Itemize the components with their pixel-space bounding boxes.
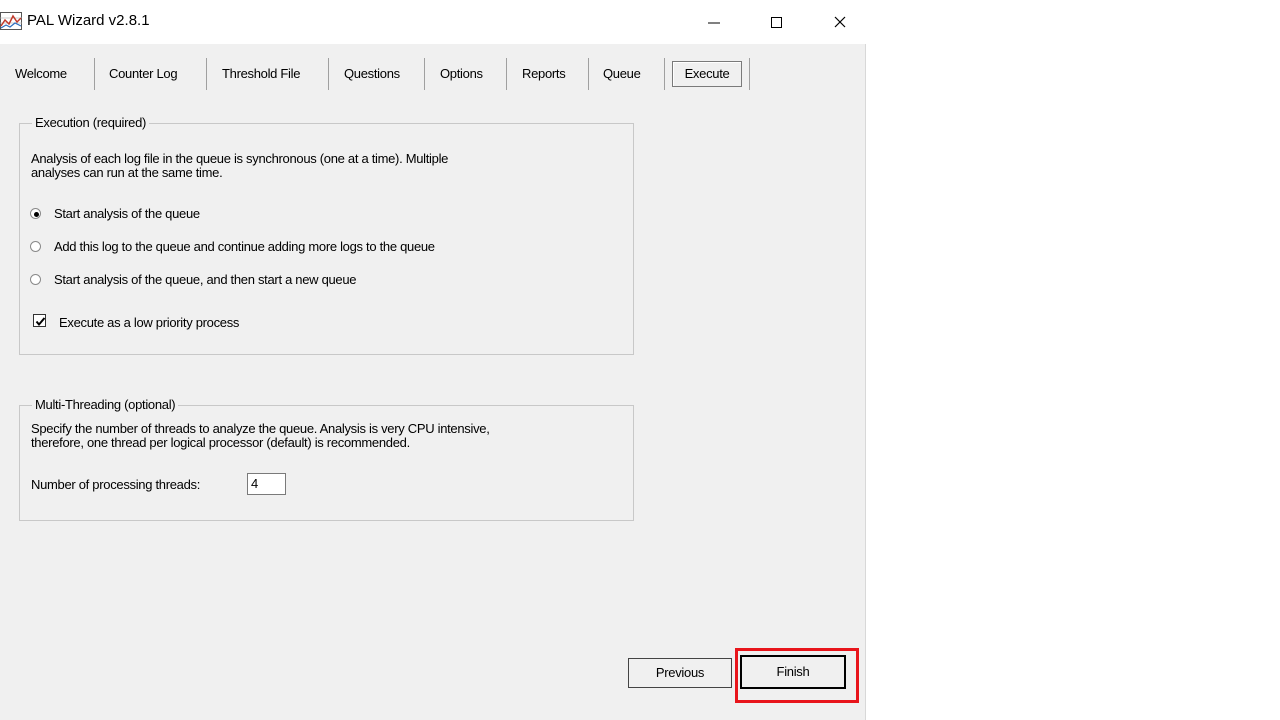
- tab-separator: [328, 58, 329, 90]
- close-button[interactable]: [810, 0, 870, 44]
- low-priority-checkbox[interactable]: [33, 314, 46, 327]
- tab-reports[interactable]: Reports: [522, 62, 566, 86]
- tab-threshold-file[interactable]: Threshold File: [222, 62, 300, 86]
- checkmark-icon: [35, 317, 46, 327]
- pal-wizard-window: PAL Wizard v2.8.1 Welcome Counter Log Th…: [0, 0, 866, 720]
- threads-input[interactable]: 4: [247, 473, 286, 495]
- maximize-button[interactable]: [746, 0, 806, 44]
- minimize-icon: [708, 22, 720, 24]
- tab-execute[interactable]: Execute: [672, 61, 742, 87]
- tab-separator: [206, 58, 207, 90]
- previous-button[interactable]: Previous: [628, 658, 732, 688]
- low-priority-label: Execute as a low priority process: [59, 315, 240, 330]
- maximize-icon: [771, 17, 782, 28]
- radio-label: Add this log to the queue and continue a…: [54, 239, 435, 254]
- close-icon: [834, 16, 846, 28]
- tab-welcome[interactable]: Welcome: [15, 62, 67, 86]
- tab-questions[interactable]: Questions: [344, 62, 400, 86]
- tab-separator: [94, 58, 95, 90]
- title-bar[interactable]: PAL Wizard v2.8.1: [0, 0, 866, 44]
- multithreading-group-title: Multi-Threading (optional): [32, 397, 179, 413]
- radio-label: Start analysis of the queue: [54, 206, 200, 221]
- window-title: PAL Wizard v2.8.1: [27, 12, 150, 29]
- tab-separator: [588, 58, 589, 90]
- tab-separator: [749, 58, 750, 90]
- minimize-button[interactable]: [684, 0, 744, 44]
- threads-label: Number of processing threads:: [31, 477, 201, 492]
- radio-button[interactable]: [30, 274, 41, 285]
- tab-queue[interactable]: Queue: [603, 62, 641, 86]
- execution-group-title: Execution (required): [32, 115, 150, 131]
- radio-label: Start analysis of the queue, and then st…: [54, 272, 357, 287]
- tab-counter-log[interactable]: Counter Log: [109, 62, 178, 86]
- radio-button-selected[interactable]: [30, 208, 41, 219]
- finish-highlight-box: [735, 648, 859, 703]
- execution-description: Analysis of each log file in the queue i…: [31, 151, 449, 180]
- tab-separator: [424, 58, 425, 90]
- app-chart-icon: [0, 12, 22, 30]
- tab-separator: [506, 58, 507, 90]
- multithreading-description: Specify the number of threads to analyze…: [31, 421, 490, 450]
- radio-button[interactable]: [30, 241, 41, 252]
- tab-options[interactable]: Options: [440, 62, 483, 86]
- tab-separator: [664, 58, 665, 90]
